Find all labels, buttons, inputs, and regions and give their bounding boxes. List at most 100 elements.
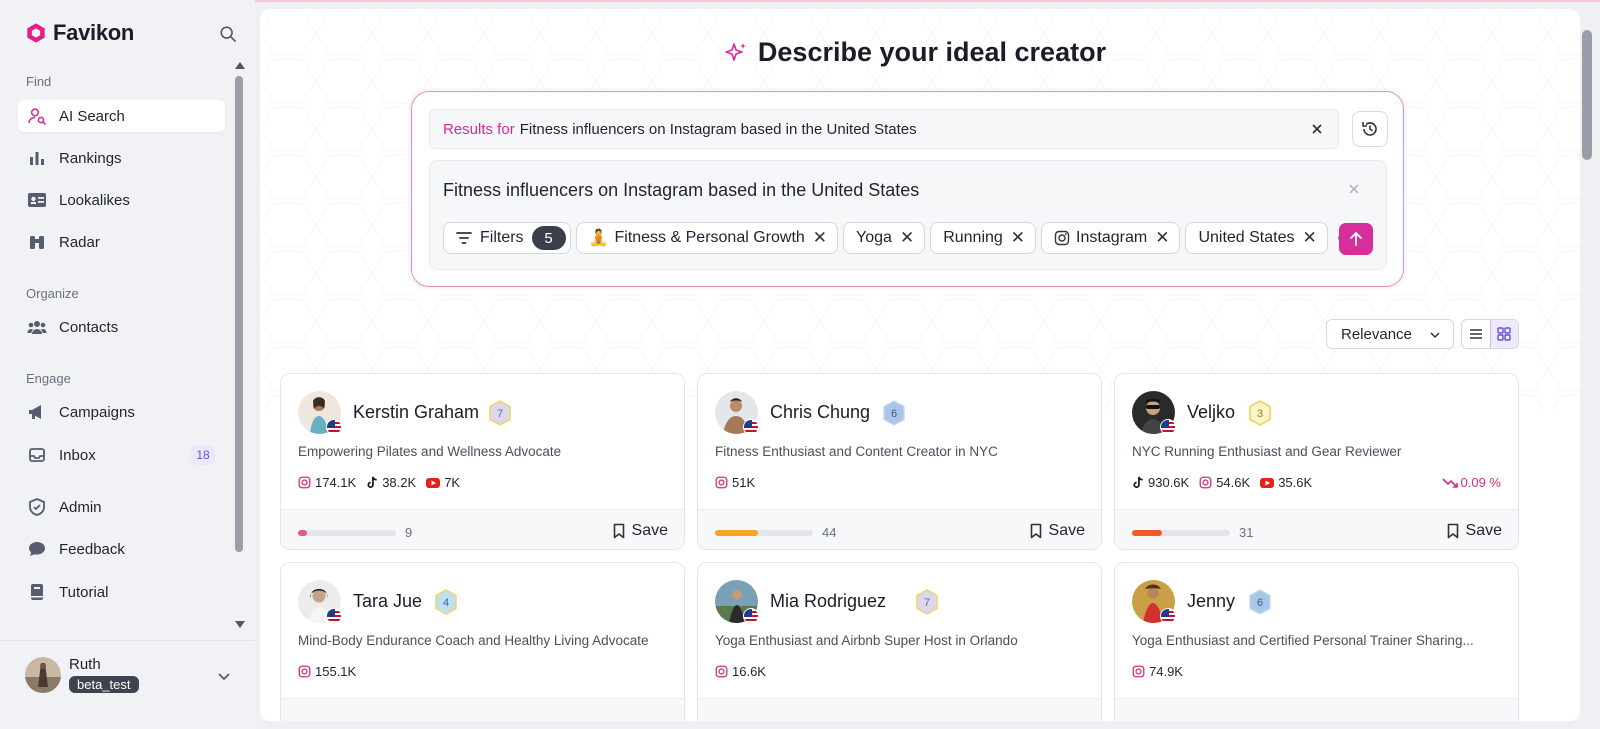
sidebar-scroll-thumb[interactable] bbox=[235, 76, 243, 552]
sidebar-item-admin[interactable]: Admin bbox=[18, 491, 225, 523]
card-footer bbox=[1115, 698, 1518, 721]
level-badge-icon: 7 bbox=[916, 589, 938, 615]
sidebar-item-rankings[interactable]: Rankings bbox=[18, 142, 225, 174]
chip-remove-icon[interactable]: ✕ bbox=[1155, 228, 1169, 248]
scroll-down-arrow-icon[interactable] bbox=[235, 621, 245, 628]
level-number: 3 bbox=[1257, 408, 1263, 420]
sidebar-item-label: Campaigns bbox=[59, 403, 135, 421]
chevron-down-icon[interactable] bbox=[217, 669, 231, 683]
sidebar-item-ai-search[interactable]: AI Search bbox=[18, 100, 225, 132]
trending-down-icon bbox=[1441, 477, 1458, 488]
chip-remove-icon[interactable]: ✕ bbox=[813, 228, 827, 248]
creator-stats: 51K bbox=[715, 475, 755, 490]
creator-card[interactable]: Mia Rodriguez 7 Yoga Enthusiast and Airb… bbox=[697, 562, 1102, 721]
level-number: 6 bbox=[1257, 597, 1263, 609]
sidebar-item-label: Feedback bbox=[59, 540, 125, 558]
clear-query-icon[interactable] bbox=[1347, 182, 1361, 196]
stat-value: 930.6K bbox=[1148, 475, 1190, 490]
chip-remove-icon[interactable]: ✕ bbox=[1303, 228, 1317, 248]
creator-name[interactable]: Jenny bbox=[1187, 591, 1235, 612]
creator-name[interactable]: Tara Jue bbox=[353, 591, 422, 612]
scroll-up-arrow-icon[interactable] bbox=[235, 62, 245, 69]
card-footer: 44 Save bbox=[698, 509, 1101, 549]
chip-united-states[interactable]: United States ✕ bbox=[1185, 222, 1328, 254]
chip-remove-icon[interactable]: ✕ bbox=[900, 228, 914, 248]
filters-button[interactable]: Filters 5 bbox=[443, 222, 571, 254]
app-logo[interactable]: Favikon bbox=[25, 20, 134, 46]
user-menu[interactable]: Ruth beta_test bbox=[0, 640, 255, 729]
list-view-button[interactable] bbox=[1462, 320, 1490, 348]
user-avatar bbox=[25, 657, 61, 693]
creator-description: Fitness Enthusiast and Content Creator i… bbox=[715, 444, 998, 459]
shield-icon bbox=[27, 497, 47, 517]
tiktok-icon bbox=[367, 476, 377, 488]
creator-card[interactable]: Tara Jue 4 Mind-Body Endurance Coach and… bbox=[280, 562, 685, 721]
close-icon[interactable] bbox=[1310, 122, 1324, 136]
stat-value: 51K bbox=[732, 475, 756, 490]
card-footer bbox=[698, 698, 1101, 721]
results-prefix: Results for bbox=[443, 120, 515, 138]
creator-name[interactable]: Kerstin Graham bbox=[353, 402, 479, 423]
chip-remove-icon[interactable]: ✕ bbox=[1011, 228, 1025, 248]
level-number: 6 bbox=[891, 408, 897, 420]
bar-chart-icon bbox=[27, 148, 47, 168]
score-bar bbox=[298, 530, 396, 536]
sidebar-scrollbar[interactable] bbox=[233, 58, 245, 632]
main-scroll-thumb[interactable] bbox=[1582, 30, 1592, 160]
submit-search-button[interactable] bbox=[1339, 223, 1373, 255]
score-bar-fill bbox=[715, 530, 759, 536]
sort-dropdown[interactable]: Relevance bbox=[1326, 319, 1454, 349]
arrow-up-icon bbox=[1350, 232, 1362, 246]
save-button[interactable]: Save bbox=[613, 522, 668, 540]
instagram-icon bbox=[1054, 230, 1070, 246]
creator-name[interactable]: Chris Chung bbox=[770, 402, 870, 423]
level-number: 4 bbox=[443, 597, 449, 609]
sidebar-item-label: Rankings bbox=[59, 149, 122, 167]
creator-card[interactable]: Kerstin Graham 7 Empowering Pilates and … bbox=[280, 373, 685, 550]
score-value: 9 bbox=[405, 525, 413, 540]
app-name: Favikon bbox=[53, 20, 135, 45]
creator-name[interactable]: Veljko bbox=[1187, 402, 1235, 423]
trend-value: 0.09 % bbox=[1460, 475, 1501, 490]
inbox-count-badge: 18 bbox=[191, 445, 215, 465]
sidebar-item-inbox[interactable]: Inbox 18 bbox=[18, 439, 225, 471]
sidebar-item-campaigns[interactable]: Campaigns bbox=[18, 396, 225, 428]
filter-chips: Filters 5 🧘 Fitness & Personal Growth ✕ … bbox=[443, 222, 1360, 254]
chip-fitness-personal-growth[interactable]: 🧘 Fitness & Personal Growth ✕ bbox=[575, 222, 839, 254]
sidebar-item-tutorial[interactable]: Tutorial bbox=[18, 576, 225, 608]
youtube-stat: 35.6K bbox=[1260, 475, 1312, 490]
sidebar-item-feedback[interactable]: Feedback bbox=[18, 533, 225, 565]
save-button[interactable]: Save bbox=[1030, 522, 1085, 540]
save-button[interactable]: Save bbox=[1447, 522, 1502, 540]
score-bar-fill bbox=[1132, 530, 1163, 536]
chevron-down-icon bbox=[1430, 332, 1440, 339]
chip-label: Yoga bbox=[856, 229, 892, 246]
meditation-emoji-icon: 🧘 bbox=[588, 230, 609, 247]
query-input[interactable]: Fitness influencers on Instagram based i… bbox=[443, 180, 919, 201]
query-input-box[interactable]: Fitness influencers on Instagram based i… bbox=[429, 160, 1387, 270]
sidebar-item-radar[interactable]: Radar bbox=[18, 226, 225, 258]
list-icon bbox=[1469, 329, 1482, 339]
sidebar-search-button[interactable] bbox=[217, 23, 239, 45]
chip-yoga[interactable]: Yoga ✕ bbox=[843, 222, 926, 254]
chip-instagram[interactable]: Instagram ✕ bbox=[1041, 222, 1181, 254]
main-scrollbar[interactable] bbox=[1580, 20, 1594, 724]
chip-running[interactable]: Running ✕ bbox=[930, 222, 1037, 254]
save-label: Save bbox=[1465, 522, 1502, 539]
grid-view-button[interactable] bbox=[1489, 320, 1518, 348]
us-flag-icon bbox=[743, 608, 759, 624]
sidebar-item-contacts[interactable]: Contacts bbox=[18, 311, 225, 343]
creator-card[interactable]: Jenny 6 Yoga Enthusiast and Certified Pe… bbox=[1114, 562, 1519, 721]
tiktok-icon bbox=[1133, 476, 1143, 488]
creator-card[interactable]: Chris Chung 6 Fitness Enthusiast and Con… bbox=[697, 373, 1102, 550]
main-panel: Describe your ideal creator Results for … bbox=[260, 9, 1580, 721]
sidebar-item-label: Tutorial bbox=[59, 583, 109, 601]
sidebar: Favikon Find AI Search Rankings Lookalik… bbox=[0, 0, 255, 729]
save-label: Save bbox=[631, 522, 668, 539]
sidebar-item-lookalikes[interactable]: Lookalikes bbox=[18, 184, 225, 216]
chat-bubble-icon bbox=[27, 539, 47, 559]
creator-name[interactable]: Mia Rodriguez bbox=[770, 591, 886, 612]
search-history-button[interactable] bbox=[1352, 111, 1388, 147]
youtube-icon bbox=[1260, 477, 1275, 488]
creator-card[interactable]: Veljko 3 NYC Running Enthusiast and Gear… bbox=[1114, 373, 1519, 550]
